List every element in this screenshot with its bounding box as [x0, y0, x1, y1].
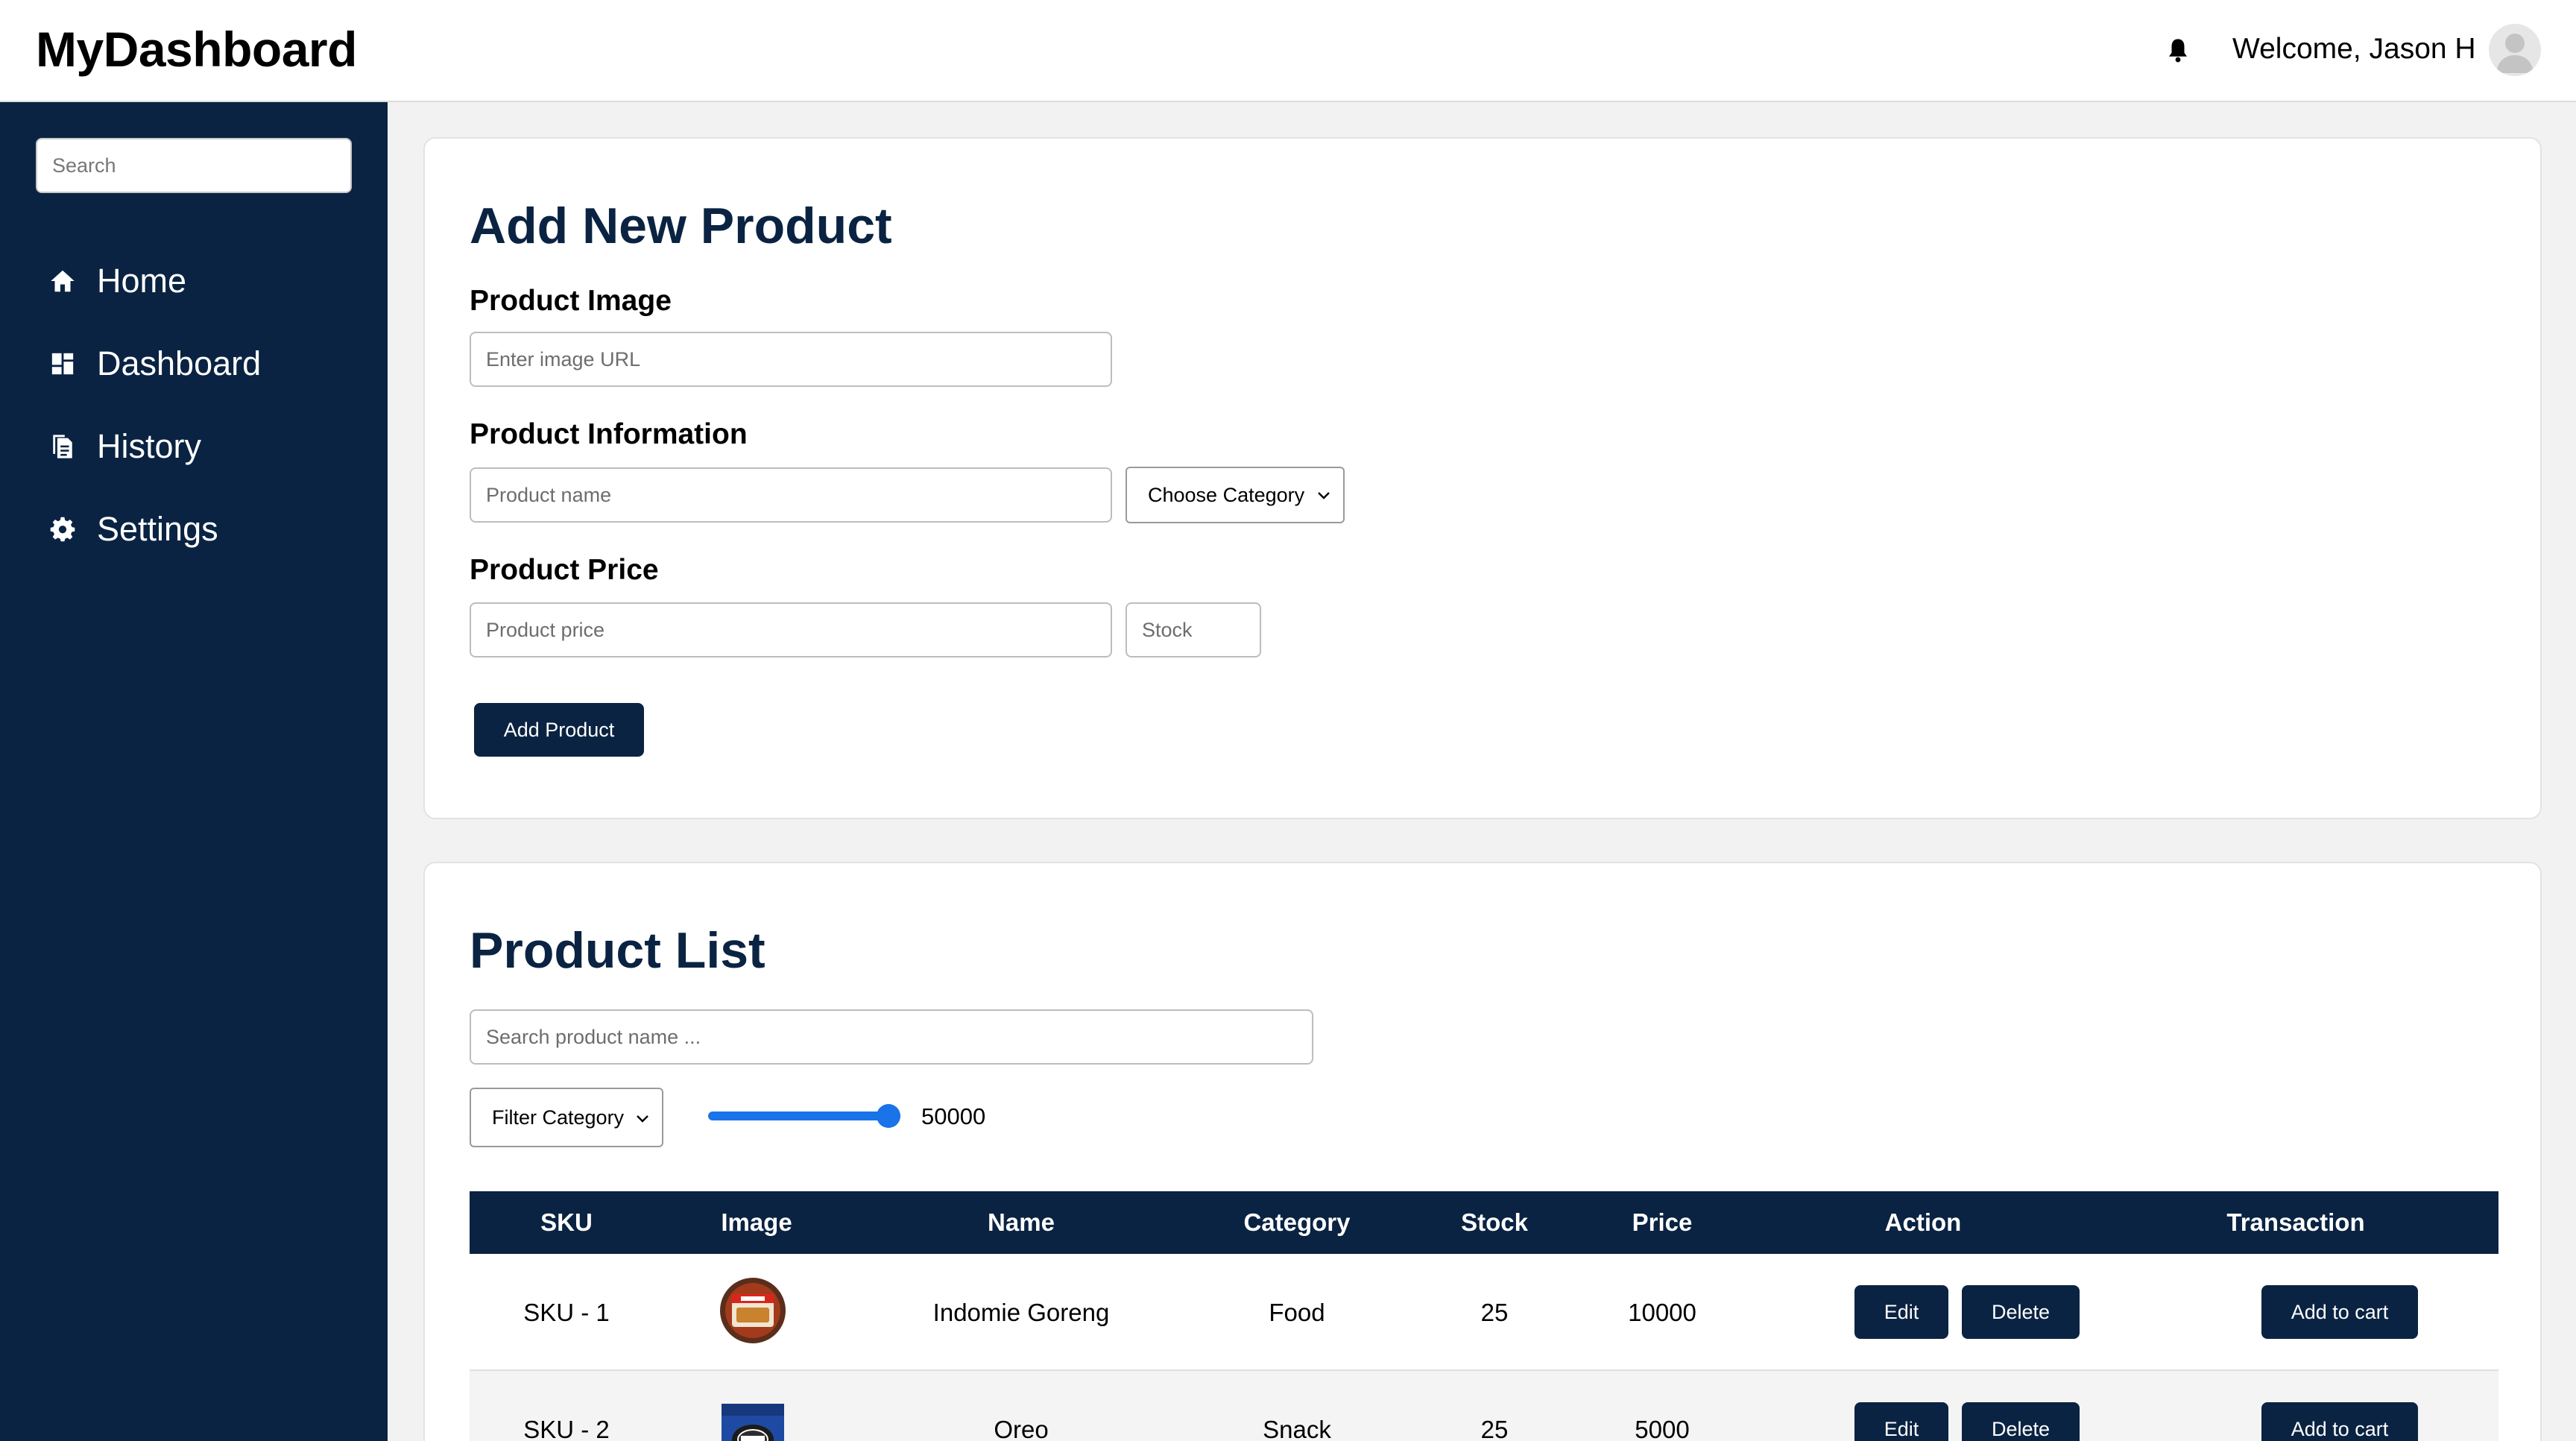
history-icon	[46, 430, 79, 463]
brand-title: MyDashboard	[36, 22, 357, 77]
table-row: SKU - 1 Indomie Goreng Food 25 10000 Edi…	[470, 1254, 2498, 1371]
add-to-cart-button[interactable]: Add to cart	[2261, 1402, 2418, 1441]
delete-button[interactable]: Delete	[1962, 1285, 2080, 1339]
gear-icon	[46, 513, 79, 546]
column-header-price: Price	[1632, 1208, 1693, 1236]
product-information-heading: Product Information	[470, 418, 748, 450]
cookie-pack-image	[719, 1401, 787, 1441]
sidebar-item-label: Home	[97, 262, 187, 300]
cell-stock: 25	[1480, 1415, 1509, 1441]
cell-price: 10000	[1628, 1298, 1696, 1326]
price-slider-value: 50000	[921, 1103, 986, 1129]
home-icon	[46, 265, 79, 297]
column-header-name: Name	[988, 1208, 1055, 1236]
sidebar-item-label: Settings	[97, 510, 218, 548]
product-price-input[interactable]	[470, 602, 1112, 658]
price-slider-track[interactable]	[708, 1112, 900, 1120]
cell-name: Oreo	[994, 1415, 1049, 1441]
cell-sku: SKU - 2	[523, 1415, 610, 1441]
cell-price: 5000	[1635, 1415, 1690, 1441]
user-avatar-icon[interactable]	[2489, 24, 2541, 76]
add-product-button[interactable]: Add Product	[474, 703, 644, 757]
cell-category: Snack	[1263, 1415, 1331, 1441]
dashboard-icon	[46, 347, 79, 380]
column-header-category: Category	[1243, 1208, 1351, 1236]
sidebar-item-dashboard[interactable]: Dashboard	[46, 338, 359, 390]
delete-button[interactable]: Delete	[1962, 1402, 2080, 1441]
add-to-cart-button[interactable]: Add to cart	[2261, 1285, 2418, 1339]
column-header-stock: Stock	[1461, 1208, 1528, 1236]
filter-category-select[interactable]: Filter Category	[470, 1088, 663, 1147]
cell-category: Food	[1269, 1298, 1325, 1326]
sidebar-item-label: History	[97, 427, 202, 465]
stock-input[interactable]	[1126, 602, 1261, 658]
column-header-image: Image	[721, 1208, 792, 1236]
product-list-card: Product List Filter Category 50000 SKU I…	[423, 862, 2542, 1441]
chevron-down-icon	[1315, 486, 1333, 504]
filter-category-value: Filter Category	[492, 1106, 625, 1129]
sidebar-item-home[interactable]: Home	[46, 255, 359, 307]
edit-button[interactable]: Edit	[1854, 1285, 1948, 1339]
table-header: SKU Image Name Category Stock Price Acti…	[470, 1191, 2498, 1254]
table-row: SKU - 2 Oreo Snack 25 5000 Edit Delete A…	[470, 1371, 2498, 1441]
column-header-action: Action	[1884, 1208, 1962, 1236]
choose-category-value: Choose Category	[1148, 483, 1305, 506]
choose-category-select[interactable]: Choose Category	[1126, 467, 1345, 523]
edit-button[interactable]: Edit	[1854, 1402, 1948, 1441]
sidebar-item-label: Dashboard	[97, 344, 262, 382]
column-header-transaction: Transaction	[2226, 1208, 2365, 1236]
column-header-sku: SKU	[540, 1208, 593, 1236]
top-header: MyDashboard Welcome, Jason H	[0, 0, 2576, 102]
product-list-title: Product List	[470, 922, 765, 979]
product-search-input[interactable]	[470, 1009, 1313, 1065]
sidebar-search-input[interactable]	[36, 138, 352, 193]
add-product-card: Add New Product Product Image Product In…	[423, 137, 2542, 819]
product-name-input[interactable]	[470, 467, 1112, 523]
product-image-heading: Product Image	[470, 285, 672, 317]
noodle-pack-image	[719, 1276, 787, 1345]
price-slider-thumb[interactable]	[877, 1104, 900, 1128]
image-url-input[interactable]	[470, 332, 1112, 387]
cell-sku: SKU - 1	[523, 1298, 610, 1326]
add-product-title: Add New Product	[470, 198, 892, 254]
welcome-text: Welcome, Jason H	[2232, 33, 2476, 65]
sidebar: Home Dashboard History	[0, 102, 388, 1441]
cell-stock: 25	[1480, 1298, 1509, 1326]
chevron-down-icon	[634, 1109, 651, 1127]
sidebar-item-settings[interactable]: Settings	[46, 503, 359, 555]
sidebar-item-history[interactable]: History	[46, 420, 359, 473]
bell-icon[interactable]	[2162, 34, 2194, 67]
product-price-heading: Product Price	[470, 554, 659, 586]
cell-name: Indomie Goreng	[932, 1298, 1110, 1326]
